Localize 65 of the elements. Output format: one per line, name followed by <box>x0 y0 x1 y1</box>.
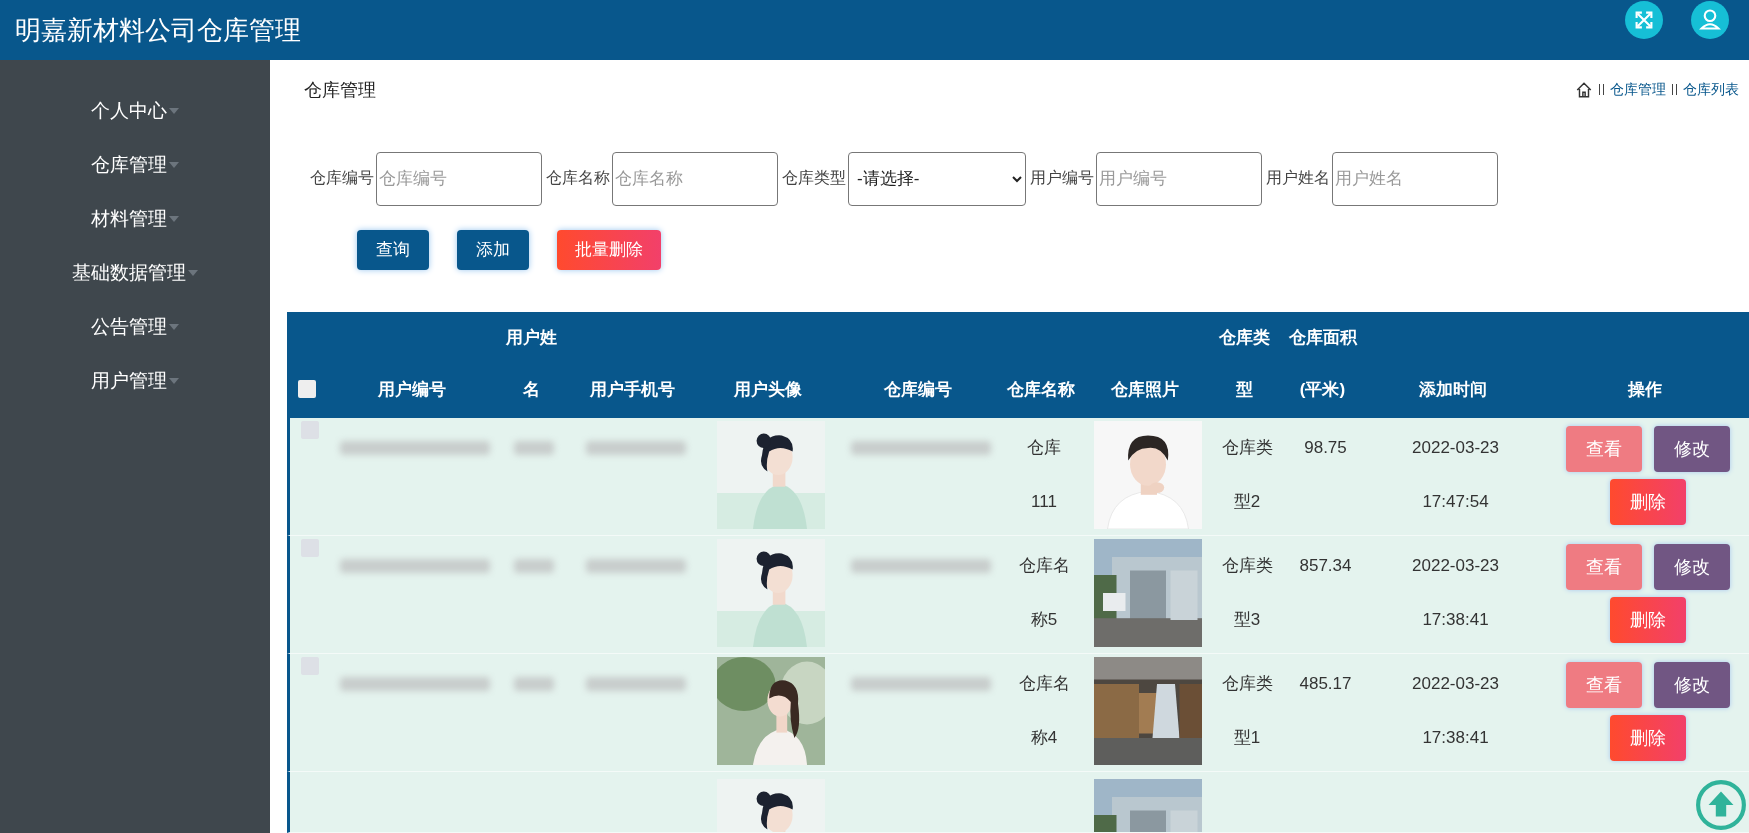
column-header: 用户手机号 <box>590 379 675 401</box>
caret-icon <box>188 270 198 276</box>
menu-item[interactable]: 基础数据管理 <box>0 246 270 300</box>
blurred-text <box>514 677 554 691</box>
menu-item[interactable]: 仓库管理 <box>0 138 270 192</box>
filter-label: 用户姓名 <box>1266 168 1330 189</box>
warehouse-name: 仓库111 <box>1026 437 1062 513</box>
warehouse-name: 仓库名称5 <box>1017 555 1071 631</box>
area-value: 485.17 <box>1299 673 1352 695</box>
delete-button[interactable]: 删除 <box>1609 715 1686 761</box>
breadcrumb-link[interactable]: 仓库管理 <box>1610 80 1666 99</box>
delete-button[interactable]: 删除 <box>1609 479 1686 525</box>
action-button[interactable]: 添加 <box>457 229 529 270</box>
input-field[interactable]: 用户编号 <box>1096 151 1262 206</box>
column-header: 仓库照片 <box>1111 379 1179 401</box>
column-header: 仓库编号 <box>883 379 952 401</box>
app-title: 明嘉新材料公司仓库管理 <box>15 13 301 47</box>
edit-button[interactable]: 修改 <box>1653 662 1730 708</box>
action-button[interactable]: 查询 <box>357 229 429 270</box>
column-header: 添加时间 <box>1418 379 1487 401</box>
warehouse-name: 仓库名称4 <box>1017 673 1071 749</box>
filter-label: 仓库名称 <box>546 168 610 189</box>
added-time: 2022-03-23 17:47:54 <box>1411 437 1500 513</box>
filter-label: 仓库编号 <box>310 168 374 189</box>
select-field[interactable]: -请选择- <box>848 151 1026 206</box>
input-field[interactable]: 仓库名称 <box>612 151 778 206</box>
warehouse-type: 仓库类型2 <box>1220 437 1274 513</box>
fullscreen-icon[interactable] <box>1625 1 1663 39</box>
blurred-text <box>514 441 554 455</box>
input-field[interactable]: 用户姓名 <box>1332 151 1498 206</box>
column-header: 仓库类型 <box>1218 327 1270 401</box>
menu-item[interactable]: 材料管理 <box>0 192 270 246</box>
warehouse-type: 仓库类型1 <box>1220 673 1274 749</box>
user-icon[interactable] <box>1691 1 1729 39</box>
caret-icon <box>169 108 179 114</box>
input-field[interactable]: 仓库编号 <box>376 151 542 206</box>
filter-label: 用户编号 <box>1030 168 1094 189</box>
column-header: 用户姓名 <box>505 327 557 401</box>
caret-icon <box>169 162 179 168</box>
area-value: 857.34 <box>1299 555 1352 577</box>
column-header: 仓库面积(平米) <box>1287 327 1359 401</box>
filter-label: 仓库类型 <box>782 168 846 189</box>
area-value: 98.75 <box>1304 437 1347 459</box>
delete-button[interactable]: 删除 <box>1609 597 1686 643</box>
page-title: 仓库管理 <box>304 78 376 102</box>
added-time: 2022-03-23 17:38:41 <box>1411 673 1500 749</box>
menu-item[interactable]: 用户管理 <box>0 354 270 408</box>
column-header: 操作 <box>1627 379 1662 401</box>
edit-button[interactable]: 修改 <box>1653 544 1730 590</box>
column-header: 用户头像 <box>733 379 802 401</box>
breadcrumb-link[interactable]: 仓库列表 <box>1683 80 1739 99</box>
batch-delete-button[interactable]: 批量删除 <box>557 229 661 270</box>
added-time: 2022-03-23 17:38:41 <box>1411 555 1500 631</box>
caret-icon <box>169 378 179 384</box>
edit-button[interactable]: 修改 <box>1653 426 1730 472</box>
caret-icon <box>169 216 179 222</box>
menu-item[interactable]: 公告管理 <box>0 300 270 354</box>
home-icon[interactable] <box>1575 80 1593 99</box>
blurred-text <box>514 559 554 573</box>
column-header: 用户编号 <box>378 379 446 401</box>
column-header: 仓库名称 <box>1007 379 1075 401</box>
warehouse-type: 仓库类型3 <box>1220 555 1274 631</box>
menu-item[interactable]: 个人中心 <box>0 84 270 138</box>
select-all-checkbox[interactable] <box>298 380 316 398</box>
caret-icon <box>169 324 179 330</box>
